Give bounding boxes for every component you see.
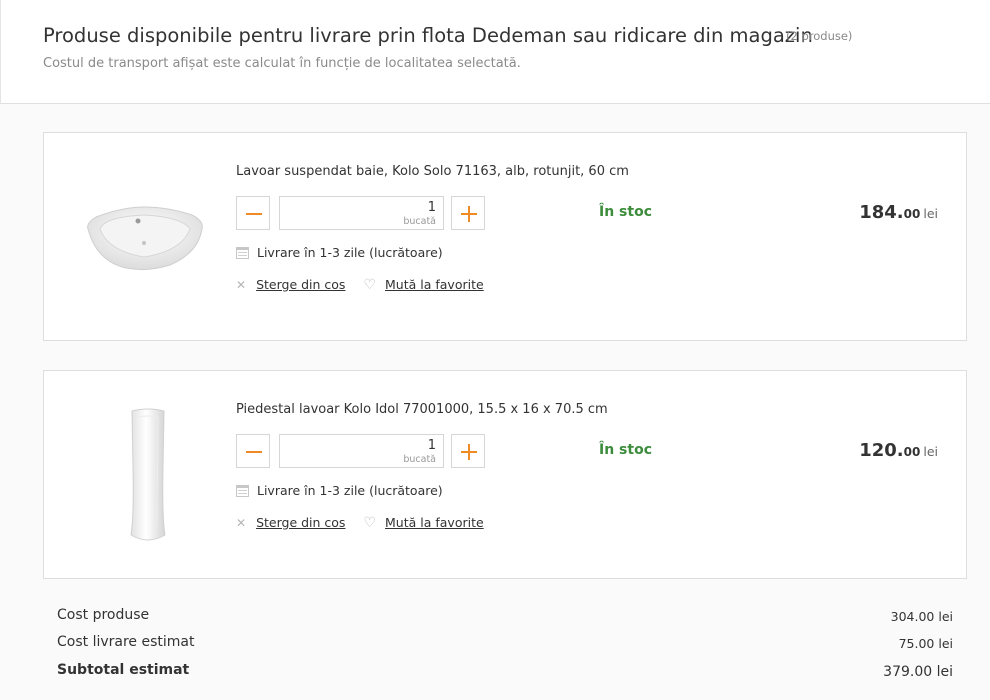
quantity-increase-button[interactable] — [451, 434, 485, 468]
cart-section-header: Produse disponibile pentru livrare prin … — [0, 0, 990, 104]
price-decimals: 00 — [903, 207, 921, 221]
close-icon: ✕ — [236, 277, 247, 292]
subtotal-value: 379.00 lei — [883, 664, 953, 680]
quantity-value: 1 — [427, 200, 436, 215]
item-actions: ✕ Sterge din cos ♡ Mută la favorite — [236, 277, 484, 292]
cart-item: Lavoar suspendat baie, Kolo Solo 71163, … — [43, 132, 967, 341]
stock-status: În stoc — [599, 442, 652, 458]
price-integer: 184. — [859, 202, 904, 223]
delivery-cost-row: Cost livrare estimat 75.00 lei — [57, 634, 953, 654]
price-currency: lei — [923, 206, 938, 221]
item-actions: ✕ Sterge din cos ♡ Mută la favorite — [236, 515, 484, 530]
delivery-cost-label: Cost livrare estimat — [57, 634, 195, 650]
washbasin-image — [87, 206, 203, 271]
remove-from-cart-link[interactable]: Sterge din cos — [256, 277, 345, 292]
quantity-decrease-button[interactable] — [236, 434, 270, 468]
cart-page: Produse disponibile pentru livrare prin … — [0, 0, 990, 700]
close-icon: ✕ — [236, 515, 247, 530]
quantity-unit: bucată — [403, 216, 436, 227]
subtotal-row: Subtotal estimat 379.00 lei — [57, 662, 953, 682]
price-decimals: 00 — [903, 445, 921, 459]
delivery-info: Livrare în 1-3 zile (lucrătoare) — [236, 483, 443, 498]
section-subtitle: Costul de transport afișat este calculat… — [43, 56, 521, 71]
price-integer: 120. — [859, 440, 904, 461]
quantity-decrease-button[interactable] — [236, 196, 270, 230]
move-to-favorites-link[interactable]: Mută la favorite — [385, 277, 484, 292]
delivery-info: Livrare în 1-3 zile (lucrătoare) — [236, 245, 443, 260]
quantity-value: 1 — [427, 438, 436, 453]
delivery-text: Livrare în 1-3 zile (lucrătoare) — [257, 245, 443, 260]
heart-icon: ♡ — [363, 514, 377, 531]
cart-item: Piedestal lavoar Kolo Idol 77001000, 15.… — [43, 370, 967, 579]
delivery-cost-value: 75.00 lei — [898, 636, 953, 651]
product-name[interactable]: Piedestal lavoar Kolo Idol 77001000, 15.… — [236, 402, 608, 417]
price-currency: lei — [923, 444, 938, 459]
product-price: 120.00 lei — [859, 440, 938, 461]
calendar-icon — [236, 246, 249, 259]
quantity-increase-button[interactable] — [451, 196, 485, 230]
product-count: (2 produse) — [786, 29, 853, 43]
pedestal-image — [130, 408, 166, 541]
products-cost-value: 304.00 lei — [890, 609, 953, 624]
calendar-icon — [236, 484, 249, 497]
quantity-input[interactable]: 1 bucată — [279, 434, 444, 468]
stock-status: În stoc — [599, 204, 652, 220]
move-to-favorites-link[interactable]: Mută la favorite — [385, 515, 484, 530]
quantity-unit: bucată — [403, 454, 436, 465]
products-cost-row: Cost produse 304.00 lei — [57, 607, 953, 627]
heart-icon: ♡ — [363, 276, 377, 293]
product-price: 184.00 lei — [859, 202, 938, 223]
remove-from-cart-link[interactable]: Sterge din cos — [256, 515, 345, 530]
section-title: Produse disponibile pentru livrare prin … — [43, 24, 813, 47]
product-name[interactable]: Lavoar suspendat baie, Kolo Solo 71163, … — [236, 164, 629, 179]
subtotal-label: Subtotal estimat — [57, 662, 190, 678]
products-cost-label: Cost produse — [57, 607, 150, 623]
delivery-text: Livrare în 1-3 zile (lucrătoare) — [257, 483, 443, 498]
quantity-input[interactable]: 1 bucată — [279, 196, 444, 230]
